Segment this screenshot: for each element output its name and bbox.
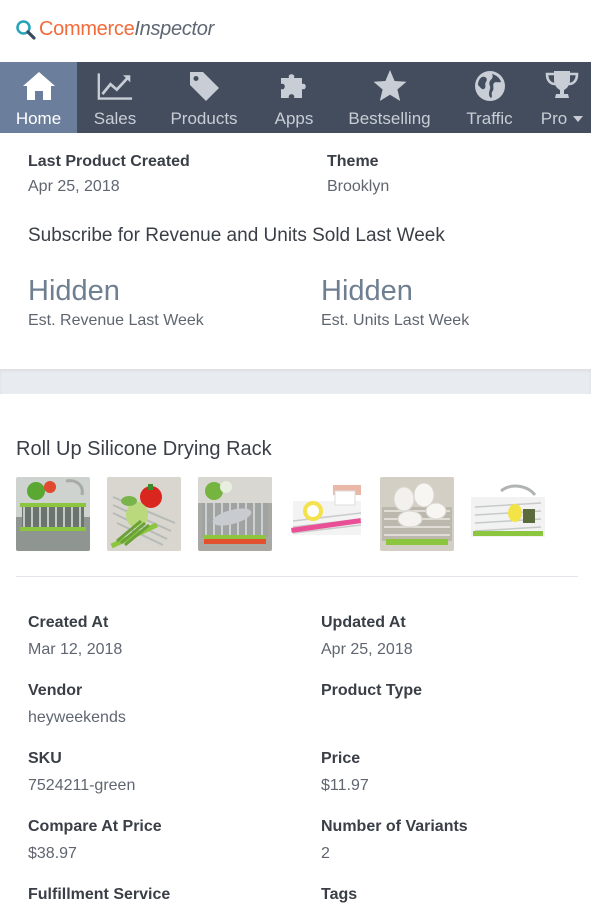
nav-label: Sales xyxy=(93,109,137,128)
compare-at-price-label: Compare At Price xyxy=(28,818,162,835)
nav-label: Bestselling xyxy=(348,109,431,128)
magnifier-logo-icon xyxy=(16,19,36,40)
product-type-label: Product Type xyxy=(321,682,423,699)
product-title: Roll Up Silicone Drying Rack xyxy=(16,438,272,460)
product-thumbnails xyxy=(16,477,562,551)
header: CommerceInspector xyxy=(0,0,591,62)
nav-pro[interactable]: Pro xyxy=(533,62,591,133)
caret-down-icon xyxy=(573,115,584,122)
vendor-value: heyweekends xyxy=(28,709,126,726)
variants-label: Number of Variants xyxy=(321,818,468,835)
last-product-label: Last Product Created xyxy=(28,153,190,170)
tag-icon xyxy=(186,68,222,104)
created-at-label: Created At xyxy=(28,614,109,631)
logo-text: CommerceInspector xyxy=(39,18,214,41)
product-thumbnail[interactable] xyxy=(16,477,90,551)
nav-label: Apps xyxy=(274,109,314,128)
product-thumbnail[interactable] xyxy=(198,477,272,551)
created-at-value: Mar 12, 2018 xyxy=(28,641,123,658)
updated-at-label: Updated At xyxy=(321,614,406,631)
chart-icon xyxy=(97,68,133,104)
sku-value: 7524211-green xyxy=(28,777,136,794)
main-nav: Home Sales Products Apps Bestselling Tra… xyxy=(0,62,591,133)
nav-label: Home xyxy=(15,109,62,128)
nav-home[interactable]: Home xyxy=(0,62,77,133)
price-label: Price xyxy=(321,750,361,767)
compare-at-price-value: $38.97 xyxy=(28,845,77,862)
nav-sales[interactable]: Sales xyxy=(77,62,153,133)
store-stats-section: Last Product Created Apr 25, 2018 Theme … xyxy=(0,133,591,369)
product-thumbnail[interactable] xyxy=(380,477,454,551)
nav-bestselling[interactable]: Bestselling xyxy=(333,62,446,133)
subscribe-prompt[interactable]: Subscribe for Revenue and Units Sold Las… xyxy=(28,225,445,247)
sku-label: SKU xyxy=(28,750,62,767)
theme-value: Brooklyn xyxy=(327,178,390,195)
nav-label: Pro xyxy=(540,109,568,128)
last-product-value: Apr 25, 2018 xyxy=(28,178,120,195)
commerce-inspector-logo[interactable]: CommerceInspector xyxy=(15,18,214,41)
units-caption: Est. Units Last Week xyxy=(321,312,470,329)
product-thumbnail[interactable] xyxy=(107,477,181,551)
fulfillment-service-label: Fulfillment Service xyxy=(28,886,171,903)
trophy-icon xyxy=(544,68,580,104)
nav-apps[interactable]: Apps xyxy=(255,62,333,133)
nav-traffic[interactable]: Traffic xyxy=(446,62,533,133)
product-thumbnail[interactable] xyxy=(471,477,545,551)
revenue-value: Hidden xyxy=(28,275,120,307)
star-icon xyxy=(372,68,408,104)
price-value: $11.97 xyxy=(321,777,369,794)
puzzle-icon xyxy=(276,68,312,104)
section-separator xyxy=(0,369,591,394)
revenue-caption: Est. Revenue Last Week xyxy=(28,312,204,329)
nav-label: Traffic xyxy=(466,109,513,128)
theme-label: Theme xyxy=(327,153,379,170)
nav-label: Products xyxy=(170,109,238,128)
tags-label: Tags xyxy=(321,886,358,903)
nav-pro-label: Pro xyxy=(540,109,584,129)
globe-icon xyxy=(472,68,508,104)
home-icon xyxy=(21,68,57,104)
logo-commerce: Commerce xyxy=(39,18,135,40)
product-thumbnail[interactable] xyxy=(289,477,363,551)
vendor-label: Vendor xyxy=(28,682,83,699)
nav-products[interactable]: Products xyxy=(153,62,255,133)
variants-value: 2 xyxy=(321,845,330,862)
logo-inspector: Inspector xyxy=(134,18,214,40)
product-divider xyxy=(16,576,578,577)
units-value: Hidden xyxy=(321,275,413,307)
updated-at-value: Apr 25, 2018 xyxy=(321,641,413,658)
